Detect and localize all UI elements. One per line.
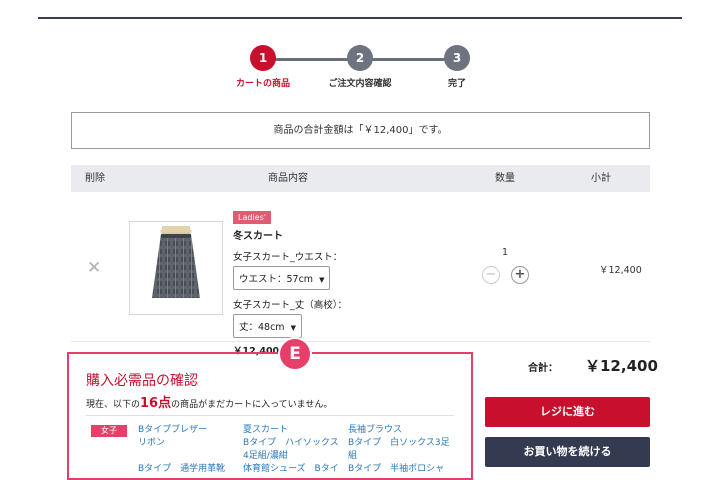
required-item-link[interactable]: 体育館シューズ Bタイ — [243, 463, 339, 476]
skirt-image — [152, 226, 200, 298]
required-item-link[interactable]: Bタイプ ハイソックス — [243, 437, 339, 450]
step-confirm: 2 ご注文内容確認 — [310, 45, 410, 89]
annotation-marker: E — [278, 337, 312, 371]
cart-total-notice: 商品の合計金額は「￥12,400」です。 — [71, 112, 650, 149]
message-suffix: の商品がまだカートに入っていません。 — [171, 400, 333, 410]
required-items-box: 購入必需品の確認 現在、以下の16点の商品がまだカートに入っていません。 女子 … — [67, 352, 473, 480]
cart-table-header: 削除 商品内容 数量 小計 — [71, 165, 650, 192]
total-label: 合計： — [528, 363, 558, 374]
waist-select[interactable]: ウエスト：57cm ▼ — [233, 266, 331, 290]
required-title: 購入必需品の確認 — [86, 373, 198, 389]
waist-select-value: ウエスト：57cm — [239, 274, 314, 285]
required-item-link[interactable]: Bタイプ 通学用革靴 — [138, 463, 225, 476]
quantity-value: 1 — [502, 247, 509, 258]
required-item-link[interactable]: Bタイプ 白ソックス3足 — [348, 437, 450, 450]
continue-shopping-button[interactable]: お買い物を続ける — [485, 437, 650, 467]
required-message: 現在、以下の16点の商品がまだカートに入っていません。 — [86, 392, 332, 411]
required-item-link[interactable]: 4足組/濃紺 — [243, 450, 288, 463]
gender-tag: 女子 — [91, 425, 127, 437]
item-details: Ladies' 冬スカート 女子スカート_ウエスト： ウエスト：57cm ▼ 女子… — [233, 205, 433, 357]
product-name[interactable]: 冬スカート — [233, 227, 433, 242]
required-item-link[interactable]: Bタイプブレザー — [138, 424, 207, 437]
divider — [86, 415, 454, 416]
header-remove: 削除 — [85, 173, 105, 184]
step-label: ご注文内容確認 — [328, 79, 392, 89]
step-label: カートの商品 — [235, 79, 290, 89]
step-number: 2 — [347, 45, 373, 71]
option-label-length: 女子スカート_丈（高校）： — [233, 300, 348, 311]
close-icon[interactable]: ✕ — [87, 258, 101, 278]
product-image[interactable] — [129, 221, 223, 315]
required-item-link[interactable]: Bタイプ 半袖ポロシャ — [348, 463, 444, 476]
decrease-quantity-button[interactable]: − — [482, 266, 500, 284]
message-prefix: 現在、以下の — [86, 400, 141, 410]
chevron-down-icon: ▼ — [290, 324, 296, 332]
step-complete: 3 完了 — [407, 45, 507, 89]
header-subtotal: 小計 — [591, 173, 611, 184]
checkout-steps: 1 カートの商品 2 ご注文内容確認 3 完了 — [0, 45, 720, 95]
total-value: ￥12,400 — [585, 357, 658, 375]
step-label: 完了 — [447, 79, 466, 89]
required-item-link[interactable]: 長袖ブラウス — [348, 424, 402, 437]
item-subtotal: ￥12,400 — [599, 265, 642, 276]
length-select[interactable]: 丈：48cm ▼ — [233, 314, 302, 338]
step-cart: 1 カートの商品 — [213, 45, 313, 89]
option-label-waist: 女子スカート_ウエスト： — [233, 252, 343, 263]
cart-item-row: ✕ Ladies' 冬スカート 女子スカート_ウエスト： ウエスト：57cm ▼ … — [71, 192, 650, 357]
step-number: 1 — [250, 45, 276, 71]
required-item-link[interactable]: リボン — [138, 437, 165, 450]
header-item: 商品内容 — [268, 173, 308, 184]
category-badge: Ladies' — [233, 211, 271, 224]
checkout-button[interactable]: レジに進む — [485, 397, 650, 427]
required-item-link[interactable]: 夏スカート — [243, 424, 288, 437]
header-divider — [38, 17, 682, 19]
step-number: 3 — [444, 45, 470, 71]
required-item-link[interactable]: 組 — [348, 450, 357, 463]
increase-quantity-button[interactable]: + — [511, 266, 529, 284]
length-select-value: 丈：48cm — [239, 322, 285, 333]
missing-count: 16点 — [140, 396, 172, 411]
chevron-down-icon: ▼ — [319, 276, 325, 284]
header-quantity: 数量 — [495, 173, 515, 184]
